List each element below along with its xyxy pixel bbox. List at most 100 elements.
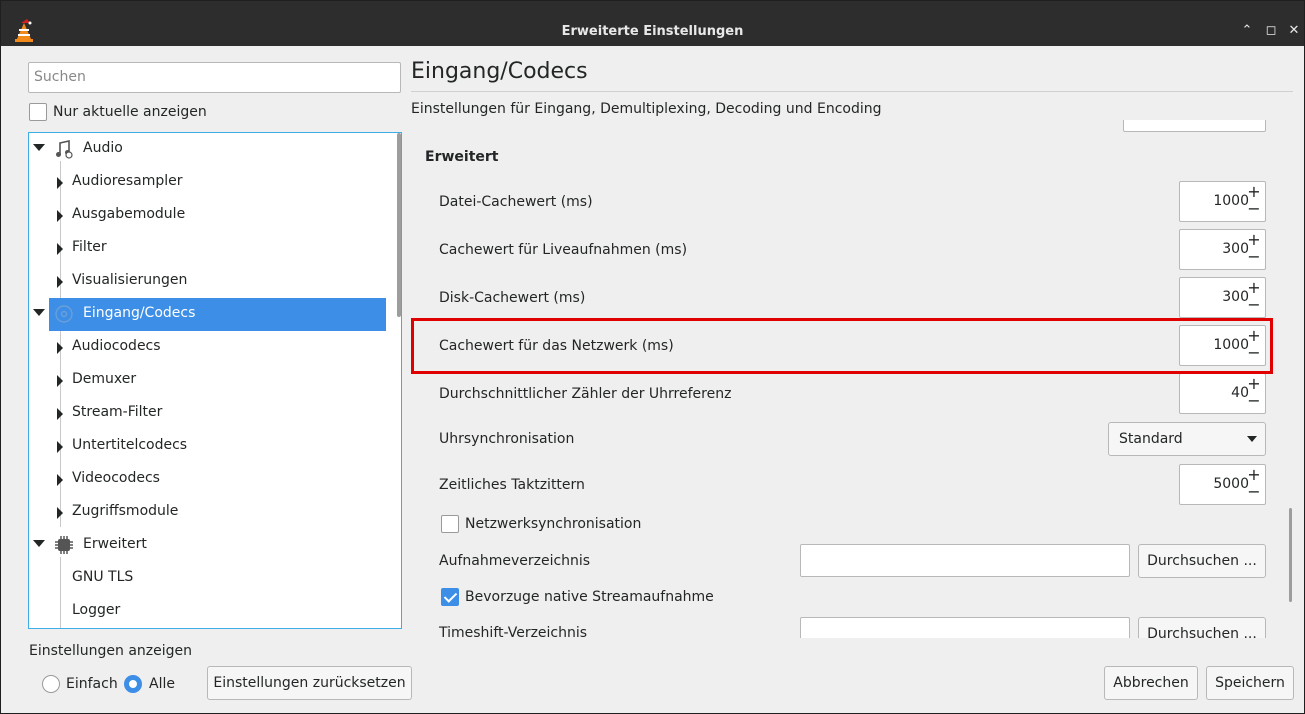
tree-item-label: Ausgabemodule <box>72 206 186 222</box>
all-radio-label: Alle <box>149 676 175 692</box>
save-button[interactable]: Speichern <box>1206 666 1294 700</box>
preferences-window: Erweiterte Einstellungen ⌃ ◻ ✕ Suchen Nu… <box>0 0 1305 714</box>
clock-jitter-value[interactable]: 5000 <box>1213 476 1249 492</box>
music-settings-icon <box>54 139 74 159</box>
tree-item-gnu-tls[interactable]: GNU TLS <box>29 562 389 595</box>
collapse-arrow-icon[interactable] <box>57 507 63 519</box>
dialog-content: Suchen Nur aktuelle anzeigen Audio Audior… <box>1 46 1304 713</box>
native-record-checkbox[interactable] <box>441 588 459 606</box>
tree-item-label: Zugriffsmodule <box>72 503 179 519</box>
disc-cache-value[interactable]: 300 <box>1222 289 1249 305</box>
live-cache-spinbox[interactable]: 300 + − <box>1179 229 1266 270</box>
tree-item-audioresampler[interactable]: Audioresampler <box>29 166 389 199</box>
collapse-arrow-icon[interactable] <box>57 408 63 420</box>
network-sync-checkbox[interactable] <box>441 515 459 533</box>
clock-sync-select[interactable]: Standard <box>1108 422 1266 456</box>
network-cache-highlight <box>411 318 1273 374</box>
cancel-button[interactable]: Abbrechen <box>1104 666 1198 700</box>
tree-item-label: Logger <box>72 602 121 618</box>
tree-item-label: Videocodecs <box>72 470 160 486</box>
close-icon[interactable]: ✕ <box>1286 23 1302 39</box>
file-cache-value[interactable]: 1000 <box>1213 193 1249 209</box>
tree-item-videocodecs[interactable]: Videocodecs <box>29 463 389 496</box>
chevron-up-icon[interactable]: ⌃ <box>1239 23 1255 39</box>
collapse-arrow-icon[interactable] <box>57 342 63 354</box>
tree-item-label: Filter <box>72 239 107 255</box>
timeshift-dir-input[interactable] <box>800 617 1130 638</box>
expand-arrow-icon[interactable] <box>33 309 45 316</box>
plus-icon[interactable]: + <box>1247 232 1261 248</box>
tree-item-demuxer[interactable]: Demuxer <box>29 364 389 397</box>
browse-timeshift-button[interactable]: Durchsuchen ... <box>1138 617 1266 638</box>
expand-arrow-icon[interactable] <box>33 144 45 151</box>
tree-item-untertitelcodecs[interactable]: Untertitelcodecs <box>29 430 389 463</box>
tree-item-audiocodecs[interactable]: Audiocodecs <box>29 331 389 364</box>
clock-jitter-spinbox[interactable]: 5000 + − <box>1179 464 1266 505</box>
tree-item-ausgabemodule[interactable]: Ausgabemodule <box>29 199 389 232</box>
collapse-arrow-icon[interactable] <box>57 177 63 189</box>
collapse-arrow-icon[interactable] <box>57 375 63 387</box>
search-input[interactable]: Suchen <box>28 62 401 93</box>
browse-record-dir-button[interactable]: Durchsuchen ... <box>1138 544 1266 578</box>
disc-cache-spinbox[interactable]: 300 + − <box>1179 277 1266 318</box>
settings-scroll-area[interactable]: Erweitert Datei-Cachewert (ms) 1000 + − … <box>411 120 1293 638</box>
expand-arrow-icon[interactable] <box>33 540 45 547</box>
record-dir-input[interactable] <box>800 544 1130 577</box>
collapse-arrow-icon[interactable] <box>57 210 63 222</box>
tree-item-label: Audiocodecs <box>72 338 161 354</box>
file-cache-spinbox[interactable]: 1000 + − <box>1179 181 1266 222</box>
only-current-checkbox[interactable] <box>29 103 47 121</box>
tree-item-audio[interactable]: Audio <box>29 133 389 166</box>
plus-icon[interactable]: + <box>1247 280 1261 296</box>
title-bar[interactable]: Erweiterte Einstellungen ⌃ ◻ ✕ <box>1 1 1304 46</box>
tree-item-visualisierungen[interactable]: Visualisierungen <box>29 265 389 298</box>
maximize-icon[interactable]: ◻ <box>1263 23 1279 39</box>
tree-item-filter[interactable]: Filter <box>29 232 389 265</box>
tree-item-erweitert[interactable]: Erweitert <box>29 529 389 562</box>
collapse-arrow-icon[interactable] <box>57 243 63 255</box>
collapse-arrow-icon[interactable] <box>57 474 63 486</box>
tree-item-label: Eingang/Codecs <box>83 305 196 321</box>
partial-field[interactable] <box>1123 120 1266 132</box>
plus-icon[interactable]: + <box>1247 376 1261 392</box>
network-sync-label: Netzwerksynchronisation <box>465 516 642 532</box>
tree-item-logger[interactable]: Logger <box>29 595 389 628</box>
page-title: Eingang/Codecs <box>411 59 588 84</box>
settings-scrollbar[interactable] <box>1289 508 1292 602</box>
plus-icon[interactable]: + <box>1247 184 1261 200</box>
tree-item-label: Stream-Filter <box>72 404 163 420</box>
chip-icon <box>54 535 74 555</box>
clock-reference-label: Durchschnittlicher Zähler der Uhrreferen… <box>439 386 732 402</box>
tree-item-zugriffsmodule[interactable]: Zugriffsmodule <box>29 496 389 529</box>
tree-item-eingang-codecs[interactable]: Eingang/Codecs <box>29 298 389 331</box>
reset-settings-button[interactable]: Einstellungen zurücksetzen <box>207 666 412 700</box>
minus-icon[interactable]: − <box>1247 484 1261 500</box>
simple-radio[interactable] <box>42 675 60 693</box>
all-radio[interactable] <box>124 675 142 693</box>
clock-reference-spinbox[interactable]: 40 + − <box>1179 373 1266 414</box>
minus-icon[interactable]: − <box>1247 249 1261 265</box>
show-settings-label: Einstellungen anzeigen <box>29 643 193 659</box>
clock-sync-value: Standard <box>1119 431 1183 447</box>
collapse-arrow-icon[interactable] <box>57 276 63 288</box>
file-cache-label: Datei-Cachewert (ms) <box>439 194 593 210</box>
tree-item-label: Demuxer <box>72 371 137 387</box>
tree-item-label: Audio <box>83 140 123 156</box>
clock-jitter-label: Zeitliches Taktzittern <box>439 477 585 493</box>
title-divider <box>411 91 1293 92</box>
only-current-label: Nur aktuelle anzeigen <box>53 104 207 120</box>
tree-item-stream-filter[interactable]: Stream-Filter <box>29 397 389 430</box>
tree-item-label: Visualisierungen <box>72 272 188 288</box>
minus-icon[interactable]: − <box>1247 393 1261 409</box>
disc-cache-label: Disk-Cachewert (ms) <box>439 290 586 306</box>
window-title: Erweiterte Einstellungen <box>561 24 744 39</box>
plus-icon[interactable]: + <box>1247 467 1261 483</box>
collapse-arrow-icon[interactable] <box>57 441 63 453</box>
tree-scrollbar[interactable] <box>397 133 401 317</box>
tree-item-label: Audioresampler <box>72 173 183 189</box>
category-tree[interactable]: Audio Audioresampler Ausgabemodule Filter Vi… <box>28 132 402 629</box>
chevron-down-icon <box>1247 436 1257 442</box>
minus-icon[interactable]: − <box>1247 297 1261 313</box>
live-cache-value[interactable]: 300 <box>1222 241 1249 257</box>
minus-icon[interactable]: − <box>1247 201 1261 217</box>
